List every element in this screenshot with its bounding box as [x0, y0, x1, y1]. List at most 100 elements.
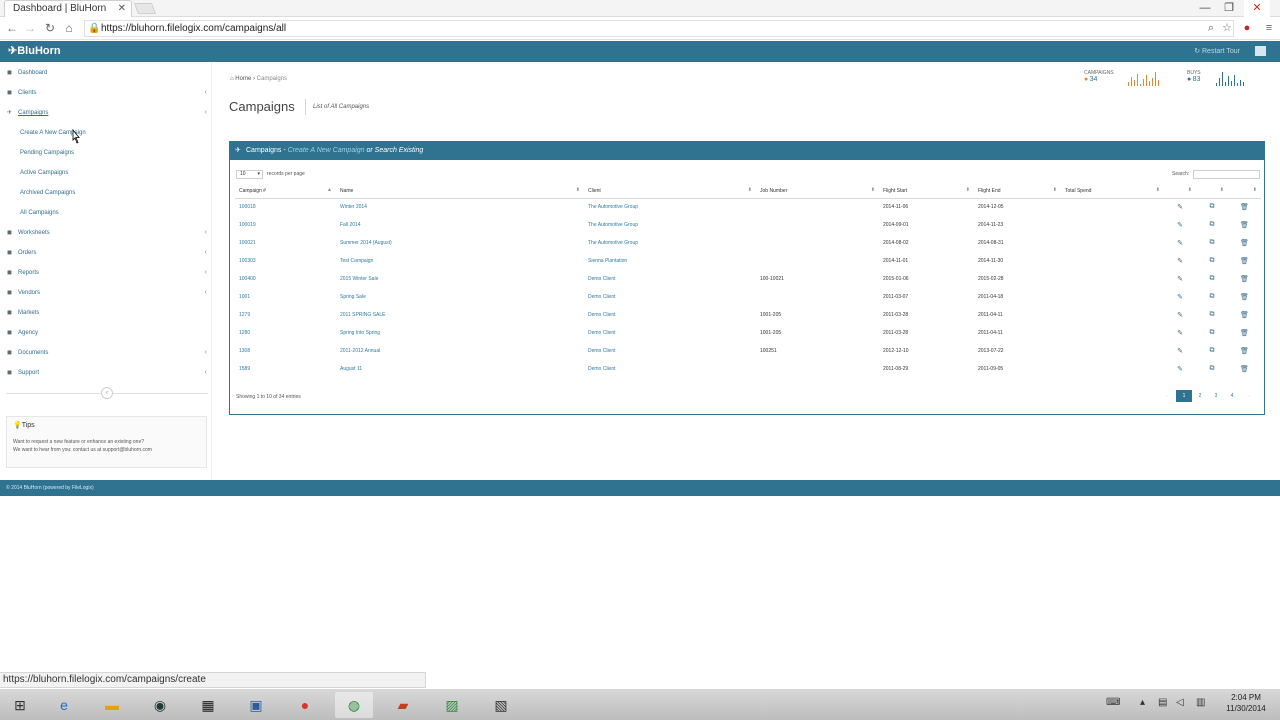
pager-next[interactable]: → [1240, 390, 1256, 402]
app-red-icon[interactable]: ● [286, 692, 324, 718]
edit-icon[interactable]: ✎ [1164, 288, 1196, 306]
column-header[interactable]: Flight End ⬍ [974, 184, 1061, 199]
tray-arrow-icon[interactable]: ▴ [1140, 697, 1145, 708]
chrome-icon[interactable]: ◍ [335, 692, 373, 718]
restore-icon[interactable]: ❐ [1216, 0, 1242, 17]
copy-icon[interactable]: ⧉ [1196, 216, 1228, 234]
edit-icon[interactable]: ✎ [1164, 324, 1196, 342]
delete-icon[interactable]: 🗑 [1228, 270, 1261, 288]
table-row[interactable]: 1280 Spring Into Spring Demo Client 1001-20… [235, 324, 1261, 342]
client-cell[interactable]: Demo Client [584, 324, 756, 342]
campaign-number-cell[interactable]: 1589 [235, 360, 336, 378]
campaign-name-cell[interactable]: 2011 SPRING SALE [336, 306, 584, 324]
delete-icon[interactable]: 🗑 [1228, 288, 1261, 306]
edit-icon[interactable]: ✎ [1164, 252, 1196, 270]
user-avatar-icon[interactable] [1255, 46, 1266, 56]
copy-icon[interactable]: ⧉ [1196, 198, 1228, 216]
campaign-number-cell[interactable]: 100018 [235, 198, 336, 216]
home-icon[interactable]: ⌂ [61, 20, 77, 36]
edit-icon[interactable]: ✎ [1164, 216, 1196, 234]
client-cell[interactable]: Demo Client [584, 342, 756, 360]
sidebar-subitem-active-campaigns[interactable]: Active Campaigns [0, 163, 212, 183]
column-header[interactable]: Name ⬍ [336, 184, 584, 199]
delete-icon[interactable]: 🗑 [1228, 252, 1261, 270]
campaign-number-cell[interactable]: 100400 [235, 270, 336, 288]
delete-icon[interactable]: 🗑 [1228, 234, 1261, 252]
client-cell[interactable]: Demo Client [584, 306, 756, 324]
campaign-name-cell[interactable]: Spring Sale [336, 288, 584, 306]
table-row[interactable]: 100400 2015 Winter Sale Demo Client 100-100… [235, 270, 1261, 288]
copy-icon[interactable]: ⧉ [1196, 324, 1228, 342]
network-icon[interactable]: ▤ [1158, 697, 1167, 708]
new-tab-button[interactable] [133, 3, 157, 14]
pager-prev[interactable]: ← [1160, 390, 1176, 402]
sidebar-item-campaigns[interactable]: ✈ Campaigns ‹ [0, 103, 212, 123]
campaign-number-cell[interactable]: 100021 [235, 234, 336, 252]
copy-icon[interactable]: ⧉ [1196, 342, 1228, 360]
sidebar-subitem-create-campaign[interactable]: Create A New Campaign [0, 123, 212, 143]
client-cell[interactable]: Demo Client [584, 360, 756, 378]
sidebar-item-dashboard[interactable]: ◼ Dashboard [0, 63, 212, 83]
sidebar-item-documents[interactable]: ◼ Documents ‹ [0, 343, 212, 363]
campaign-name-cell[interactable]: 2015 Winter Sale [336, 270, 584, 288]
column-header[interactable]: Job Number ⬍ [756, 184, 879, 199]
close-window-icon[interactable]: ✕ [1244, 0, 1270, 17]
sidebar-item-orders[interactable]: ◼ Orders ‹ [0, 243, 212, 263]
table-row[interactable]: 100303 Test Campaign Sienna Plantation 2014… [235, 252, 1261, 270]
table-row[interactable]: 1279 2011 SPRING SALE Demo Client 1001-205 2… [235, 306, 1261, 324]
campaign-number-cell[interactable]: 1001 [235, 288, 336, 306]
table-row[interactable]: 1589 August 11 Demo Client 2011-08-29 2011-0… [235, 360, 1261, 378]
campaign-name-cell[interactable]: Winter 2014 [336, 198, 584, 216]
pager-page-1[interactable]: 1 [1176, 390, 1192, 402]
close-tab-icon[interactable]: ✕ [118, 1, 126, 16]
edit-icon[interactable]: ✎ [1164, 234, 1196, 252]
sidebar-item-clients[interactable]: ◼ Clients ‹ [0, 83, 212, 103]
app-circle-icon[interactable]: ◉ [141, 692, 179, 718]
copy-icon[interactable]: ⧉ [1196, 252, 1228, 270]
delete-icon[interactable]: 🗑 [1228, 198, 1261, 216]
column-header[interactable]: Campaign # ▲ [235, 184, 336, 199]
campaign-name-cell[interactable]: Spring Into Spring [336, 324, 584, 342]
column-header[interactable]: Client ⬍ [584, 184, 756, 199]
bookmark-star-icon[interactable]: ☆ [1220, 20, 1234, 36]
forward-icon[interactable]: → [22, 20, 38, 36]
client-cell[interactable]: Demo Client [584, 270, 756, 288]
campaign-name-cell[interactable]: Summer 2014 (August) [336, 234, 584, 252]
client-cell[interactable]: The Automotive Group [584, 216, 756, 234]
campaign-number-cell[interactable]: 100303 [235, 252, 336, 270]
edit-icon[interactable]: ✎ [1164, 198, 1196, 216]
campaign-name-cell[interactable]: Test Campaign [336, 252, 584, 270]
pager-page-3[interactable]: 3 [1208, 390, 1224, 402]
restart-tour-link[interactable]: ↻ Restart Tour [1194, 47, 1240, 55]
client-cell[interactable]: The Automotive Group [584, 198, 756, 216]
file-explorer-icon[interactable]: ▬ [93, 692, 131, 718]
records-per-page-select[interactable]: 10 ▾ [236, 170, 263, 179]
notification-icon[interactable]: ▥ [1196, 697, 1205, 708]
camtasia-recorder-icon[interactable]: ▧ [482, 692, 520, 718]
campaign-name-cell[interactable]: 2011-2012 Annual [336, 342, 584, 360]
zoom-icon[interactable]: ⌕ [1204, 20, 1218, 36]
breadcrumb-home[interactable]: Home [235, 76, 251, 82]
table-row[interactable]: 100018 Winter 2014 The Automotive Group 201… [235, 198, 1261, 216]
edit-icon[interactable]: ✎ [1164, 306, 1196, 324]
campaign-name-cell[interactable]: August 11 [336, 360, 584, 378]
copy-icon[interactable]: ⧉ [1196, 270, 1228, 288]
campaign-number-cell[interactable]: 1279 [235, 306, 336, 324]
browser-tab[interactable]: Dashboard | BluHorn ✕ [4, 0, 132, 17]
sidebar-item-support[interactable]: ◼ Support ‹ [0, 363, 212, 383]
column-header[interactable]: Total Spend ⬍ [1061, 184, 1164, 199]
sidebar-subitem-pending-campaigns[interactable]: Pending Campaigns [0, 143, 212, 163]
delete-icon[interactable]: 🗑 [1228, 324, 1261, 342]
delete-icon[interactable]: 🗑 [1228, 216, 1261, 234]
minimize-icon[interactable]: — [1192, 0, 1218, 17]
copy-icon[interactable]: ⧉ [1196, 234, 1228, 252]
table-row[interactable]: 100021 Summer 2014 (August) The Automotive… [235, 234, 1261, 252]
campaign-name-cell[interactable]: Fall 2014 [336, 216, 584, 234]
internet-explorer-icon[interactable]: e [45, 692, 83, 718]
sidebar-subitem-all-campaigns[interactable]: All Campaigns [0, 203, 212, 223]
volume-icon[interactable]: ◁ [1176, 697, 1184, 708]
powerpoint-icon[interactable]: ▰ [384, 692, 422, 718]
reload-icon[interactable]: ↻ [42, 20, 58, 36]
create-campaign-link[interactable]: Create A New Campaign [288, 147, 365, 154]
copy-icon[interactable]: ⧉ [1196, 306, 1228, 324]
